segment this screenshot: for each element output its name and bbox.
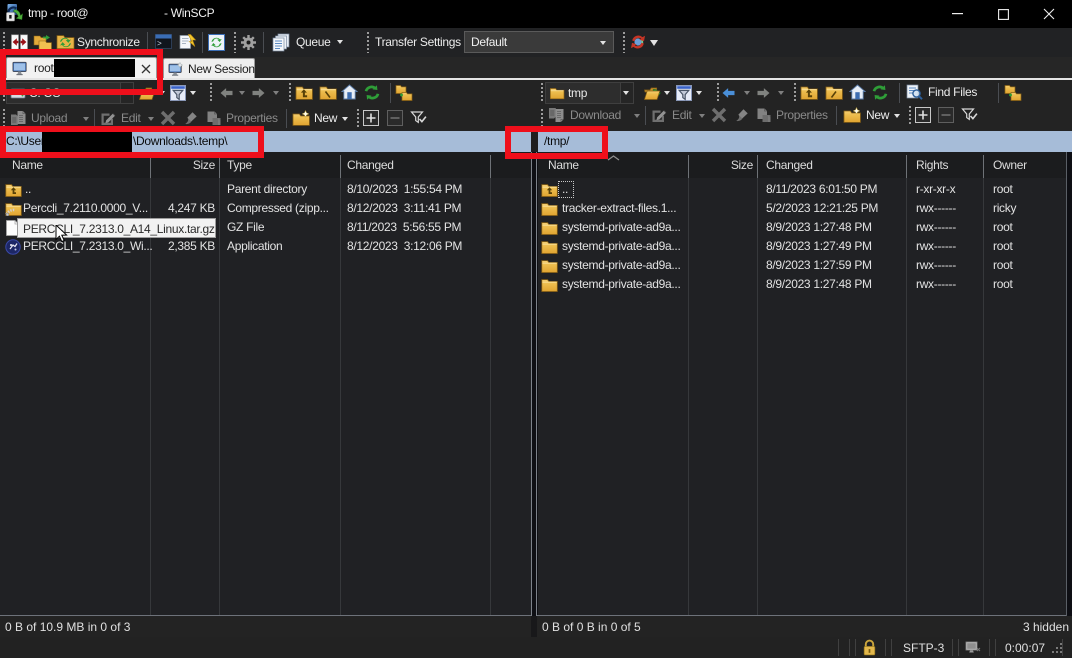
svg-text:>: > bbox=[157, 40, 162, 49]
